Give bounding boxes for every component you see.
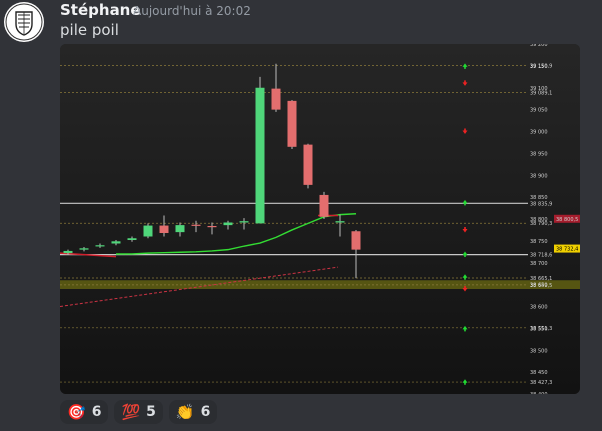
price-axis-tick: 38 700 — [530, 261, 548, 267]
candle-body — [255, 87, 265, 224]
price-axis-tick: 39 000 — [530, 130, 548, 136]
level-label: 38 427,3 — [530, 380, 552, 386]
level-label: 38 649,5 — [530, 283, 552, 289]
price-axis-tick: 38 750 — [530, 239, 548, 245]
level-label: 38 835,9 — [530, 201, 552, 207]
price-axis-tick: 38 950 — [530, 151, 548, 157]
candle-body — [159, 225, 169, 233]
reaction-target[interactable]: 🎯 6 — [60, 400, 109, 424]
candle-body — [351, 231, 361, 250]
reaction-count: 5 — [146, 404, 156, 420]
message-timestamp: Aujourd'hui à 20:02 — [133, 4, 251, 18]
reactions-bar: 🎯 6 💯 5 👏 6 — [60, 400, 218, 424]
candle-body — [239, 221, 249, 223]
level-label: 39 089,1 — [530, 91, 552, 97]
level-label: 39 150,9 — [530, 63, 552, 69]
candle-body — [207, 226, 217, 228]
candle-body — [63, 250, 73, 254]
candle-body — [319, 194, 329, 217]
author-name[interactable]: Stéphane — [60, 1, 141, 19]
reaction-clap[interactable]: 👏 6 — [168, 400, 218, 424]
reaction-count: 6 — [91, 404, 102, 420]
candle-body — [143, 225, 153, 237]
target-emoji-icon: 🎯 — [67, 402, 86, 421]
reaction-count: 6 — [200, 404, 211, 420]
candle-body — [95, 245, 105, 247]
avatar[interactable] — [4, 2, 44, 42]
price-axis-tick: 38 850 — [530, 195, 548, 201]
chart-image[interactable]: 39 200 39 150 39 100 39 050 39 000 38 950 38 9… — [60, 44, 580, 394]
coat-of-arms-icon — [5, 3, 43, 41]
level-label: 38 551,3 — [530, 326, 552, 332]
candle-body — [287, 100, 297, 147]
price-axis-tick: 39 050 — [530, 108, 548, 114]
price-axis-tick: 38 900 — [530, 173, 548, 179]
price-axis-tick: 38 450 — [530, 370, 548, 376]
message-content: pile poil — [60, 21, 119, 39]
level-label: 38 790,3 — [530, 221, 552, 227]
price-axis-tick: 38 500 — [530, 348, 548, 354]
red-price-label: 38 800,5 — [556, 217, 578, 223]
candle-body — [223, 222, 233, 226]
clap-emoji-icon: 👏 — [175, 402, 195, 421]
reaction-hundred[interactable]: 💯 5 — [114, 400, 163, 424]
candle-body — [175, 225, 185, 233]
candle-body — [191, 224, 201, 226]
candle-body — [335, 221, 345, 223]
level-label: 38 665,1 — [530, 276, 552, 282]
candlestick-chart: 39 20039 15039 10039 05039 00038 95038 9… — [60, 44, 580, 394]
price-axis-tick: 38 600 — [530, 305, 548, 311]
last-price-label: 38 732,4 — [556, 247, 578, 253]
candle-body — [111, 241, 121, 244]
price-axis-tick: 39 200 — [530, 44, 548, 48]
candle-body — [79, 248, 89, 250]
level-label: 38 718,6 — [530, 253, 552, 259]
candle-body — [303, 144, 313, 185]
candle-body — [271, 88, 281, 110]
hundred-emoji-icon: 💯 — [121, 402, 141, 421]
candle-body — [127, 238, 137, 240]
price-axis-tick: 38 400 — [530, 392, 548, 394]
